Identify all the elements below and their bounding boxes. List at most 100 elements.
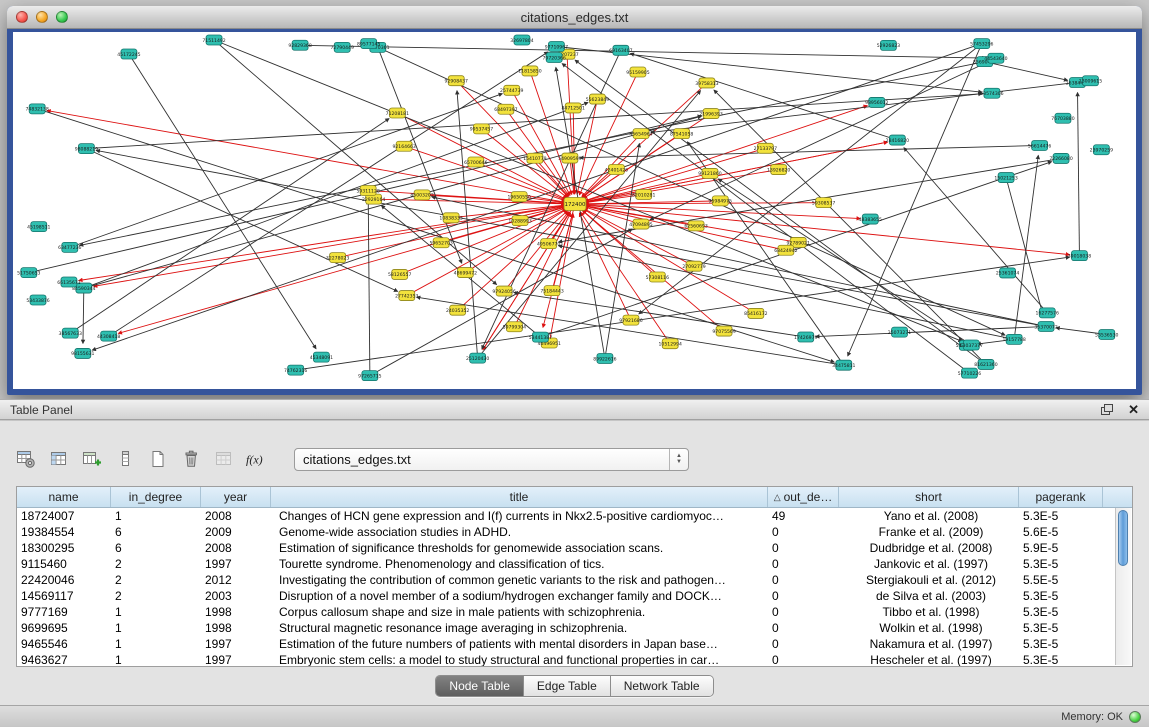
tab-edge-table[interactable]: Edge Table — [524, 676, 611, 696]
graph-node[interactable]: 44308418 — [97, 331, 120, 341]
graph-node[interactable]: 53536530 — [1095, 330, 1118, 340]
graph-node[interactable]: 92164663 — [392, 141, 415, 151]
graph-edge[interactable] — [214, 40, 962, 341]
graph-node[interactable]: 65700646 — [464, 157, 487, 167]
graph-node[interactable]: 97710967 — [545, 42, 568, 52]
graph-edge[interactable] — [535, 158, 569, 196]
graph-node[interactable]: 95984975 — [709, 196, 732, 206]
graph-node[interactable]: 25120430 — [466, 353, 489, 363]
graph-node[interactable]: 17426979 — [794, 332, 817, 342]
create-column-icon[interactable] — [80, 447, 104, 471]
graph-node[interactable]: 63037377 — [960, 340, 983, 350]
column-header-short[interactable]: short — [839, 487, 1019, 507]
graph-node[interactable]: 69163407 — [609, 45, 632, 55]
graph-node[interactable]: 32697804 — [510, 35, 533, 45]
graph-node[interactable]: 45348091 — [310, 352, 333, 362]
graph-edge[interactable] — [368, 200, 370, 375]
window-titlebar[interactable]: citations_edges.txt — [7, 6, 1142, 29]
graph-node[interactable]: 32278023 — [326, 253, 349, 263]
graph-node[interactable]: 72266080 — [1049, 153, 1072, 163]
graph-node[interactable]: 38567633 — [59, 328, 82, 338]
column-header-title[interactable]: title — [271, 487, 768, 507]
table-row[interactable]: 946362711997Embryonic stem cells: a mode… — [17, 652, 1132, 667]
graph-node[interactable]: 48699472 — [454, 268, 477, 278]
column-header-out_degree[interactable]: △out_de… — [768, 487, 839, 507]
graph-node[interactable]: 13926820 — [767, 165, 790, 175]
graph-node[interactable]: 45654964 — [629, 129, 652, 139]
graph-node[interactable]: 11815850 — [518, 66, 541, 76]
close-button[interactable] — [16, 11, 28, 23]
graph-node[interactable]: 28416820 — [886, 135, 909, 145]
memory-indicator[interactable] — [1129, 711, 1141, 723]
graph-node[interactable]: 47094895 — [629, 219, 652, 229]
table-row[interactable]: 1938455462009Genome-wide association stu… — [17, 524, 1132, 540]
graph-node[interactable]: 63477236 — [58, 242, 81, 252]
graph-node[interactable]: 10512994 — [659, 339, 682, 349]
graph-edge[interactable] — [94, 204, 575, 286]
table-row[interactable]: 2242004622012Investigating the contribut… — [17, 572, 1132, 588]
graph-node[interactable]: 57710226 — [958, 368, 981, 378]
graph-node[interactable]: 39758313 — [695, 78, 718, 88]
graph-node[interactable]: 71208181 — [386, 108, 409, 118]
graph-node[interactable]: 16277576 — [1036, 308, 1059, 318]
graph-node[interactable]: 13009615 — [1079, 76, 1102, 86]
graph-node[interactable]: 75184443 — [540, 286, 563, 296]
column-header-in_degree[interactable]: in_degree — [111, 487, 201, 507]
graph-edge[interactable] — [407, 209, 566, 296]
graph-node[interactable]: 24035352 — [446, 305, 469, 315]
graph-node[interactable]: 58126557 — [388, 269, 411, 279]
graph-node[interactable]: 34475811 — [832, 360, 855, 370]
graph-node[interactable]: 27092779 — [682, 261, 705, 271]
graph-node[interactable]: 48383655 — [859, 214, 882, 224]
graph-node[interactable]: 99537457 — [470, 124, 493, 134]
graph-node[interactable]: 53441387 — [529, 332, 552, 342]
show-columns-icon[interactable] — [47, 447, 71, 471]
graph-node[interactable]: 92908437 — [445, 76, 468, 86]
graph-node[interactable]: 85003202 — [410, 190, 433, 200]
column-header-pagerank[interactable]: pagerank — [1019, 487, 1103, 507]
graph-edge[interactable] — [1078, 93, 1080, 256]
table-row[interactable]: 911546021997Tourette syndrome. Phenomeno… — [17, 556, 1132, 572]
graph-edge[interactable] — [605, 143, 640, 358]
graph-node[interactable]: 68424942 — [774, 245, 797, 255]
graph-node[interactable]: 53433876 — [26, 295, 49, 305]
graph-node[interactable]: 98155631 — [71, 348, 94, 358]
scrollbar-thumb[interactable] — [1118, 510, 1128, 566]
graph-node[interactable]: 62560693 — [684, 221, 707, 231]
graph-node[interactable]: 21996393 — [699, 109, 722, 119]
graph-node[interactable]: 10838333 — [439, 213, 462, 223]
table-row[interactable]: 1872400712008Changes of HCN gene express… — [17, 508, 1132, 524]
graph-node[interactable]: 10288993 — [508, 216, 531, 226]
graph-node[interactable]: 82010281 — [632, 189, 655, 199]
graph-node[interactable]: 49506770 — [537, 239, 560, 249]
network-canvas[interactable]: 1724009792168646496951597993042403535227… — [13, 32, 1136, 389]
graph-node[interactable]: 99121860 — [698, 168, 721, 178]
graph-edge[interactable] — [37, 109, 834, 362]
column-header-name[interactable]: name — [17, 487, 111, 507]
graph-edge[interactable] — [83, 288, 84, 343]
graph-node[interactable]: 74832138 — [25, 104, 48, 114]
graph-node[interactable]: 97924056 — [492, 286, 515, 296]
graph-edge[interactable] — [92, 44, 982, 351]
table-scrollbar[interactable] — [1115, 508, 1131, 665]
graph-node[interactable]: 15021253 — [994, 173, 1017, 183]
graph-node[interactable]: 35370072 — [1034, 321, 1057, 331]
graph-edge[interactable] — [714, 90, 986, 364]
graph-node[interactable]: 23970259 — [1090, 145, 1113, 155]
graph-node[interactable]: 98956012 — [865, 97, 888, 107]
new-table-icon[interactable] — [146, 447, 170, 471]
graph-node[interactable]: 84712501 — [562, 103, 585, 113]
graph-node[interactable]: 42401426 — [605, 164, 628, 174]
graph-node[interactable]: 59652703 — [429, 238, 452, 248]
graph-node[interactable]: 45198511 — [27, 222, 50, 232]
graph-node[interactable]: 59308537 — [812, 198, 835, 208]
graph-edge[interactable] — [985, 62, 1068, 81]
graph-node[interactable]: 97265715 — [358, 371, 381, 381]
delete-table-icon[interactable] — [179, 447, 203, 471]
minimize-button[interactable] — [36, 11, 48, 23]
graph-node[interactable]: 55623849 — [586, 94, 609, 104]
table-mode-icon[interactable] — [14, 447, 38, 471]
column-header-year[interactable]: year — [201, 487, 271, 507]
graph-node[interactable]: 19157788 — [1002, 334, 1025, 344]
close-panel-icon[interactable]: ✕ — [1128, 403, 1139, 416]
